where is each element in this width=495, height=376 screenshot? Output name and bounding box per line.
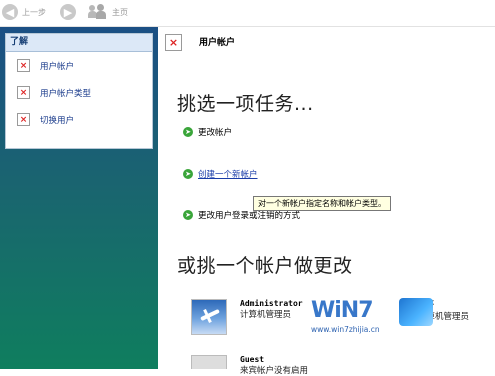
account-name: Administrator [240, 299, 303, 308]
learn-header: 了解 [6, 34, 152, 52]
broken-image-icon: × [17, 86, 30, 99]
windows-logo-icon [399, 298, 433, 326]
back-button[interactable]: ◀ 上一步 [2, 3, 46, 21]
briefcase-avatar-icon [191, 355, 227, 369]
task-label: 创建一个新帐户 [198, 170, 258, 180]
watermark-url: www.win7zhijia.cn [311, 325, 380, 334]
account-heading: 或挑一个帐户做更改 [177, 255, 353, 277]
broken-image-icon: × [17, 59, 30, 72]
green-arrow-icon: ➤ [183, 210, 193, 220]
back-arrow-icon: ◀ [2, 4, 18, 20]
green-arrow-icon: ➤ [183, 169, 193, 179]
left-pane: 了解 × 用户帐户 × 用户帐户类型 × 切换用户 [0, 27, 158, 369]
task-heading: 挑选一项任务... [177, 93, 314, 115]
account-role: 计算机管理员 [240, 310, 292, 320]
account-name: Guest [240, 355, 265, 364]
sidebar-item-switch-user[interactable]: × 切换用户 [6, 106, 152, 133]
home-label: 主页 [112, 7, 128, 17]
task-label: 更改帐户 [198, 128, 233, 138]
watermark-logo: WiN7 [311, 298, 374, 323]
learn-about-box: 了解 × 用户帐户 × 用户帐户类型 × 切换用户 [5, 33, 153, 149]
task-change-account[interactable]: ➤ 更改帐户 [183, 126, 232, 138]
account-administrator[interactable]: Administrator 计算机管理员 [191, 299, 303, 335]
broken-image-icon: × [17, 113, 30, 126]
account-guest[interactable]: Guest 来宾帐户没有启用 [191, 355, 308, 376]
sidebar-item-label: 用户帐户类型 [40, 88, 92, 99]
forward-arrow-icon: ▶ [60, 4, 76, 20]
page-title: 用户帐户 [199, 38, 236, 48]
account-role: 来宾帐户没有启用 [240, 366, 309, 376]
sidebar-item-label: 切换用户 [40, 115, 75, 126]
watermark: WiN7 www.win7zhijia.cn [311, 298, 461, 336]
broken-image-icon: × [165, 34, 182, 51]
forward-button[interactable]: ▶ [60, 3, 76, 21]
sidebar-item-user-accounts[interactable]: × 用户帐户 [6, 52, 152, 79]
airplane-avatar-icon [191, 299, 227, 335]
tooltip: 对一个新帐户指定名称和帐户类型。 [253, 196, 391, 211]
green-arrow-icon: ➤ [183, 127, 193, 137]
task-create-account[interactable]: ➤ 创建一个新帐户 [183, 168, 258, 180]
home-button[interactable]: 主页 [88, 3, 128, 21]
sidebar-item-account-types[interactable]: × 用户帐户类型 [6, 79, 152, 106]
users-icon [88, 4, 108, 20]
toolbar: ◀ 上一步 ▶ 主页 [0, 0, 495, 27]
sidebar-item-label: 用户帐户 [40, 61, 75, 72]
back-label: 上一步 [22, 7, 46, 17]
